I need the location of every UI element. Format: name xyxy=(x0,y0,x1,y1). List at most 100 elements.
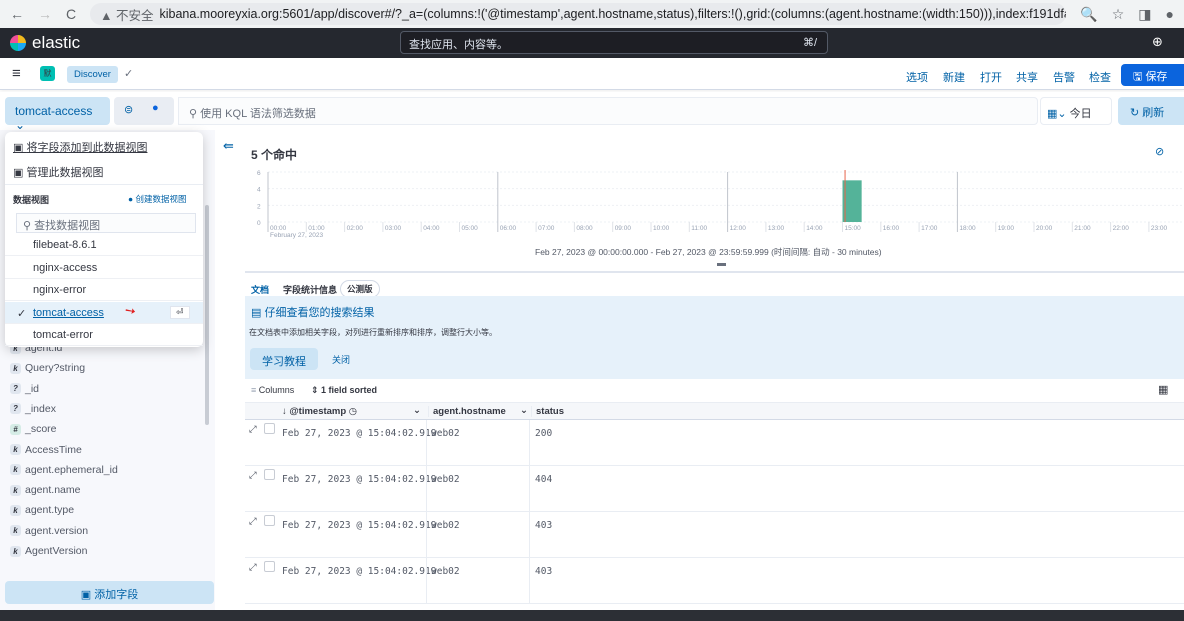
add-field-to-dataview[interactable]: ▣ 将字段添加到此数据视图 xyxy=(13,139,147,155)
search-icon: ⚲ xyxy=(189,108,201,120)
kql-search-input[interactable]: ⚲ 使用 KQL 语法筛选数据 xyxy=(178,97,1038,125)
query-bar: tomcat-access ⌄ ⊜ ● ⚲ 使用 KQL 语法筛选数据 ▦⌄ 今… xyxy=(0,92,1184,132)
field-name: Query?string xyxy=(25,362,86,375)
elastic-logo[interactable]: elastic xyxy=(10,33,80,53)
cell-status: 403 xyxy=(535,520,553,531)
option-label: nginx-error xyxy=(33,284,87,297)
date-picker[interactable]: ▦⌄ 今日 xyxy=(1040,97,1112,125)
nav-share[interactable]: 共享 xyxy=(1016,69,1038,85)
global-search-input[interactable]: 查找应用、内容等。 ⌘/ xyxy=(400,31,828,54)
chevron-down-icon[interactable]: ⌄ xyxy=(520,405,528,416)
field-item[interactable]: ? _index xyxy=(10,400,56,418)
row-checkbox[interactable] xyxy=(264,561,275,572)
star-icon[interactable]: ☆ xyxy=(1112,6,1125,23)
tutorial-button[interactable]: 学习教程 xyxy=(250,348,318,370)
collapse-sidebar-icon[interactable]: ⇚ xyxy=(223,138,234,154)
field-item[interactable]: k agent.ephemeral_id xyxy=(10,461,118,479)
field-type-icon: k xyxy=(10,464,21,476)
row-checkbox[interactable] xyxy=(264,469,275,480)
field-type-icon: k xyxy=(10,545,21,557)
nav-options[interactable]: 选项 xyxy=(906,69,928,85)
dataview-picker[interactable]: tomcat-access ⌄ xyxy=(5,97,110,132)
header-timestamp[interactable]: ↓ @timestamp ◷ xyxy=(282,406,357,417)
sidepanel-icon[interactable]: ◨ xyxy=(1138,6,1151,23)
field-name: agent.name xyxy=(25,484,81,497)
option-label: tomcat-error xyxy=(33,329,93,342)
field-name: agent.version xyxy=(25,524,89,537)
time-range-text: Feb 27, 2023 @ 00:00:00.000 - Feb 27, 20… xyxy=(535,246,882,258)
field-item[interactable]: ? _id xyxy=(10,380,39,398)
field-item[interactable]: k agent.version xyxy=(10,522,88,540)
help-icon[interactable]: ⊕ xyxy=(1152,34,1163,50)
title-text: 仔细查看您的搜索结果 xyxy=(264,307,375,319)
x-tick-label: 16:00 xyxy=(883,225,900,232)
forward-icon[interactable]: → xyxy=(38,6,52,22)
header-hostname[interactable]: agent.hostname xyxy=(428,406,506,417)
nav-inspect[interactable]: 检查 xyxy=(1089,69,1111,85)
save-button[interactable]: 🖫 保存 xyxy=(1121,64,1184,86)
field-item[interactable]: k Query?string xyxy=(10,359,85,377)
x-tick-label: 06:00 xyxy=(500,225,517,232)
option-label: nginx-access xyxy=(33,261,98,274)
refresh-button[interactable]: ↻ 刷新 xyxy=(1118,97,1184,125)
sidebar-scrollbar[interactable] xyxy=(205,205,209,425)
field-item[interactable]: k AgentVersion xyxy=(10,542,87,560)
expand-icon[interactable]: ⤢ xyxy=(249,424,257,435)
profile-icon[interactable]: ● xyxy=(1166,6,1174,22)
field-type-icon: ? xyxy=(10,383,21,395)
space-avatar[interactable]: 默 xyxy=(40,66,55,81)
expand-icon[interactable]: ⤢ xyxy=(249,562,257,573)
dataview-option[interactable]: tomcat-error xyxy=(5,324,203,347)
x-tick-label: 23:00 xyxy=(1151,225,1168,232)
save-icon: 🖫 xyxy=(1133,71,1146,83)
field-item[interactable]: k agent.name xyxy=(10,481,80,499)
field-name: AccessTime xyxy=(25,443,82,456)
expand-icon[interactable]: ⤢ xyxy=(249,516,257,527)
x-tick-label: 07:00 xyxy=(538,225,555,232)
resize-handle[interactable] xyxy=(717,263,726,266)
x-tick-label: 01:00 xyxy=(308,225,325,232)
nav-open[interactable]: 打开 xyxy=(980,69,1002,85)
dataview-option[interactable]: ✓ ⏎ ➘ tomcat-access xyxy=(5,301,203,324)
address-bar[interactable]: ▲ 不安全 kibana.mooreyxia.org:5601/app/disco… xyxy=(90,3,1067,25)
columns-button[interactable]: ≡ Columns xyxy=(251,385,294,395)
field-item[interactable]: k AccessTime xyxy=(10,441,82,459)
callout-text: 在文档表中添加相关字段，对列进行重新排序和排序，调整行大小等。 xyxy=(249,328,497,337)
nav-new[interactable]: 新建 xyxy=(943,69,965,85)
cell-timestamp: Feb 27, 2023 @ 15:04:02.919 xyxy=(282,474,437,485)
dataview-option[interactable]: filebeat-8.6.1 xyxy=(5,234,203,256)
menu-icon[interactable]: ≡ xyxy=(12,65,21,82)
x-tick-label: 02:00 xyxy=(347,225,364,232)
breadcrumb-discover[interactable]: Discover xyxy=(67,66,118,83)
field-name: _id xyxy=(25,382,40,395)
row-checkbox[interactable] xyxy=(264,515,275,526)
row-checkbox[interactable] xyxy=(264,423,275,434)
check-icon: ✓ xyxy=(124,68,134,80)
reload-icon[interactable]: C xyxy=(66,6,76,22)
logo-text: elastic xyxy=(32,33,81,52)
dataview-option[interactable]: nginx-error xyxy=(5,279,203,302)
nav-alerts[interactable]: 告警 xyxy=(1053,69,1075,85)
header-status[interactable]: status xyxy=(531,406,564,417)
shortcut-hint: ⌘/ xyxy=(802,37,817,49)
filter-icon[interactable]: ⊜ xyxy=(124,103,133,116)
back-icon[interactable]: ← xyxy=(10,6,24,22)
create-dataview-link[interactable]: ● 创建数据视图 xyxy=(128,193,187,205)
close-callout-button[interactable]: 关闭 xyxy=(332,353,350,366)
field-item[interactable]: k agent.type xyxy=(10,501,74,519)
manage-dataview[interactable]: ▣ 管理此数据视图 xyxy=(13,164,103,180)
calendar-icon: ▦⌄ xyxy=(1047,108,1070,120)
table-display-icon[interactable]: ▦ xyxy=(1158,383,1168,396)
chevron-down-icon[interactable]: ⌄ xyxy=(413,405,421,416)
dataview-search-input[interactable]: ⚲ 查找数据视图 xyxy=(16,213,196,233)
zoom-icon[interactable]: 🔍 xyxy=(1080,6,1097,23)
field-item[interactable]: # _score xyxy=(10,420,57,438)
add-filter-icon[interactable]: ● xyxy=(152,102,159,114)
add-field-button[interactable]: ▣ 添加字段 xyxy=(5,581,214,604)
tab-field-stats[interactable]: 字段统计信息 xyxy=(283,283,337,296)
sort-button[interactable]: ⇕ 1 field sorted xyxy=(311,385,377,396)
kibana-header: elastic 查找应用、内容等。 ⌘/ ⊕ xyxy=(0,28,1184,58)
expand-icon[interactable]: ⤢ xyxy=(249,470,257,481)
dataview-option[interactable]: nginx-access xyxy=(5,257,203,279)
add-field-icon: ▣ xyxy=(80,589,95,601)
